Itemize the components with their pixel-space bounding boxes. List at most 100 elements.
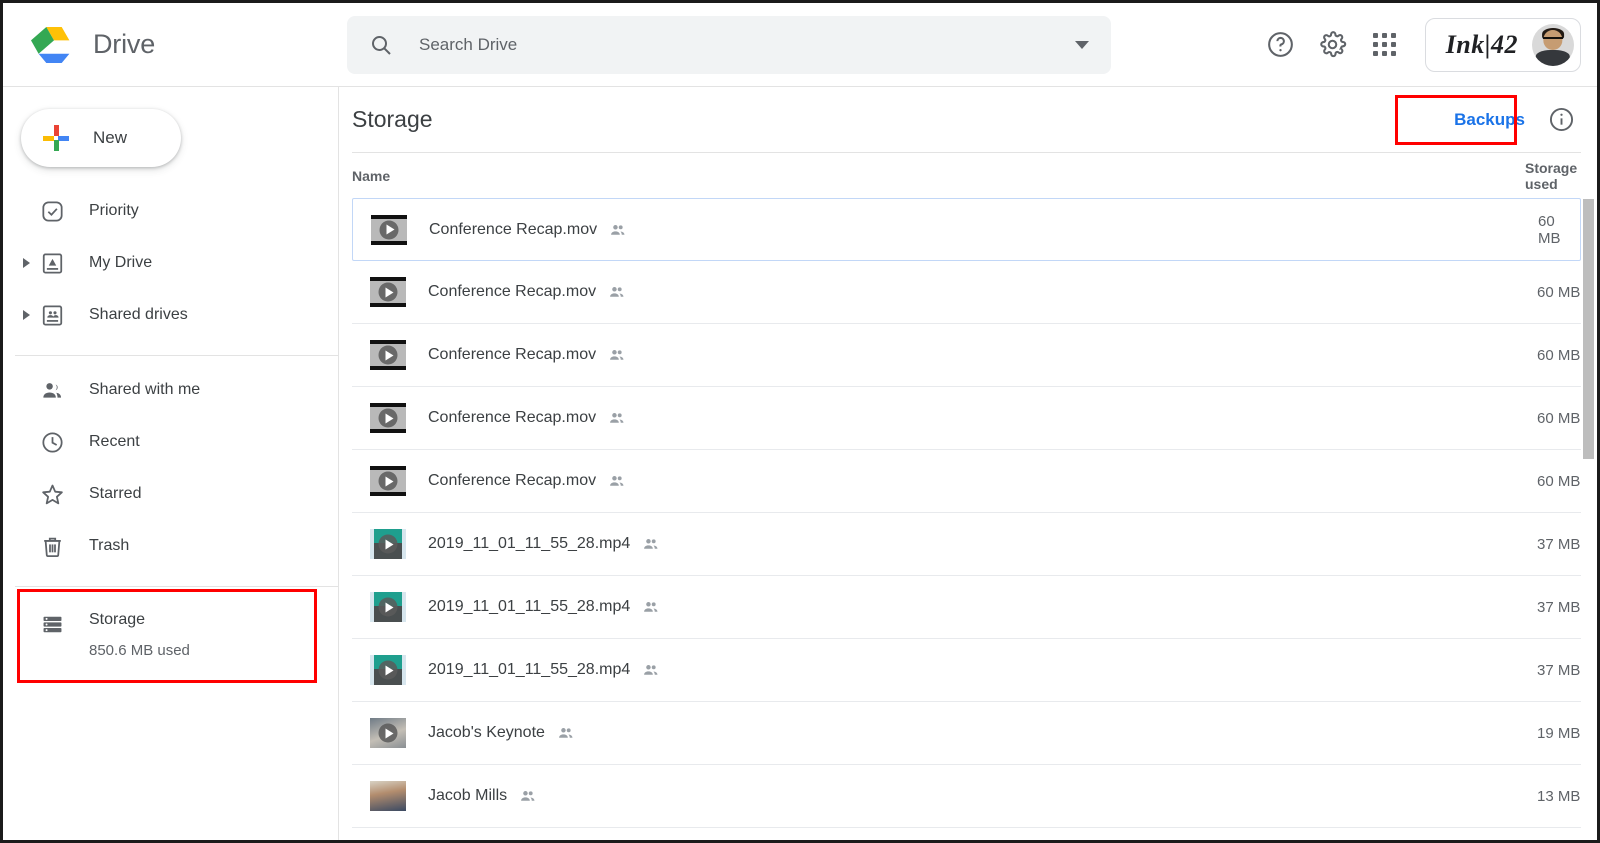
sidebar-item-shared-drives[interactable]: Shared drives bbox=[3, 289, 338, 341]
scrollbar[interactable] bbox=[1583, 199, 1595, 843]
table-row[interactable]: Conference Recap.mov 60 MB bbox=[352, 198, 1581, 261]
sidebar-item-trash[interactable]: Trash bbox=[3, 520, 338, 572]
new-button-label: New bbox=[93, 128, 127, 148]
sidebar-item-my-drive[interactable]: My Drive bbox=[3, 237, 338, 289]
sidebar-item-shared-with-me[interactable]: Shared with me bbox=[3, 364, 338, 416]
file-name: 2019_11_01_11_55_28.mp4 bbox=[428, 535, 630, 553]
sidebar-item-label: Recent bbox=[89, 433, 140, 451]
table-row[interactable]: Conference Recap.mov 60 MB bbox=[352, 324, 1581, 387]
search-icon bbox=[369, 33, 393, 57]
play-icon bbox=[379, 598, 398, 617]
table-row[interactable]: 2019_11_01_11_55_28.mp4 37 MB bbox=[352, 513, 1581, 576]
star-icon bbox=[39, 481, 65, 507]
file-name: 2019_11_01_11_55_28.mp4 bbox=[428, 598, 630, 616]
file-name: Conference Recap.mov bbox=[429, 221, 597, 239]
expand-triangle-icon[interactable] bbox=[23, 310, 30, 320]
backups-link[interactable]: Backups bbox=[1444, 104, 1535, 136]
table-row[interactable]: 2019_11_01_11_55_28.mp4 37 MB bbox=[352, 639, 1581, 702]
file-name: Conference Recap.mov bbox=[428, 409, 596, 427]
shared-people-icon bbox=[608, 283, 626, 301]
video-thumbnail bbox=[370, 655, 406, 685]
video-thumbnail bbox=[370, 529, 406, 559]
table-row[interactable]: Conference Recap.mov 60 MB bbox=[352, 450, 1581, 513]
plus-icon bbox=[43, 125, 69, 151]
video-thumbnail bbox=[370, 403, 406, 433]
video-thumbnail bbox=[370, 340, 406, 370]
table-row[interactable]: Conference Recap.mov 60 MB bbox=[352, 387, 1581, 450]
table-row[interactable]: Conference Recap.mov 60 MB bbox=[352, 261, 1581, 324]
file-name: Jacob's Keynote bbox=[428, 724, 545, 742]
file-size: 60 MB bbox=[1537, 284, 1580, 301]
play-icon bbox=[379, 472, 398, 491]
file-size: 60 MB bbox=[1538, 213, 1580, 247]
storage-label: Storage bbox=[89, 611, 190, 629]
video-thumbnail bbox=[370, 592, 406, 622]
new-button[interactable]: New bbox=[21, 109, 181, 167]
my-drive-icon bbox=[39, 250, 65, 276]
brand-area[interactable]: Drive bbox=[3, 3, 339, 86]
sidebar-item-recent[interactable]: Recent bbox=[3, 416, 338, 468]
file-name: Conference Recap.mov bbox=[428, 472, 596, 490]
sort-descending-icon: ↓ bbox=[1595, 166, 1600, 186]
file-name: Jacob Mills bbox=[428, 787, 507, 805]
video-thumbnail bbox=[370, 718, 406, 748]
app-header: Drive bbox=[3, 3, 1597, 87]
play-icon bbox=[380, 220, 399, 239]
search-bar[interactable] bbox=[347, 16, 1111, 74]
column-header-name[interactable]: Name bbox=[352, 168, 390, 184]
storage-used-label: 850.6 MB used bbox=[89, 642, 190, 659]
file-name: Conference Recap.mov bbox=[428, 283, 596, 301]
help-circle-icon[interactable] bbox=[1255, 19, 1307, 71]
drive-window: Drive bbox=[0, 0, 1600, 843]
expand-triangle-icon[interactable] bbox=[23, 258, 30, 268]
file-size: 60 MB bbox=[1537, 347, 1580, 364]
clock-icon bbox=[39, 429, 65, 455]
column-header-storage-used-label: Storage used bbox=[1525, 160, 1577, 192]
people-icon bbox=[39, 377, 65, 403]
sidebar-item-label: My Drive bbox=[89, 254, 152, 272]
shared-people-icon bbox=[642, 535, 660, 553]
scrollbar-thumb[interactable] bbox=[1583, 199, 1594, 459]
play-icon bbox=[379, 283, 398, 302]
sidebar-nav: Priority My Drive bbox=[3, 185, 338, 671]
user-avatar[interactable] bbox=[1532, 24, 1574, 66]
file-size: 37 MB bbox=[1537, 662, 1580, 679]
play-icon bbox=[379, 724, 398, 743]
trash-icon bbox=[39, 533, 65, 559]
play-icon bbox=[379, 346, 398, 365]
page-title: Storage bbox=[352, 106, 433, 133]
table-row[interactable]: Jacob's Keynote 19 MB bbox=[352, 702, 1581, 765]
shared-people-icon bbox=[608, 409, 626, 427]
play-icon bbox=[379, 661, 398, 680]
file-name: Conference Recap.mov bbox=[428, 346, 596, 364]
video-thumbnail bbox=[370, 466, 406, 496]
workspace-logo: Ink|42 bbox=[1446, 30, 1518, 60]
shared-people-icon bbox=[557, 724, 575, 742]
shared-people-icon bbox=[642, 661, 660, 679]
sidebar-item-storage[interactable]: Storage 850.6 MB used bbox=[3, 595, 338, 671]
sidebar-item-priority[interactable]: Priority bbox=[3, 185, 338, 237]
shared-people-icon bbox=[519, 787, 537, 805]
sidebar-item-starred[interactable]: Starred bbox=[3, 468, 338, 520]
sidebar-divider-2 bbox=[15, 586, 338, 587]
info-circle-icon[interactable] bbox=[1541, 100, 1581, 140]
account-chip[interactable]: Ink|42 bbox=[1425, 18, 1581, 72]
column-headers: Name Storage used ↓ bbox=[352, 152, 1581, 198]
file-size: 60 MB bbox=[1537, 410, 1580, 427]
apps-grid-icon[interactable] bbox=[1359, 19, 1411, 71]
photo-thumbnail bbox=[370, 781, 406, 811]
file-list: Conference Recap.mov 60 MB Conference Re… bbox=[340, 198, 1597, 828]
brand-name: Drive bbox=[93, 29, 155, 60]
column-header-storage-used[interactable]: Storage used ↓ bbox=[1525, 160, 1600, 192]
table-row[interactable]: Jacob Mills 13 MB bbox=[352, 765, 1581, 828]
play-icon bbox=[379, 535, 398, 554]
gear-icon[interactable] bbox=[1307, 19, 1359, 71]
shared-people-icon bbox=[608, 346, 626, 364]
file-size: 19 MB bbox=[1537, 725, 1580, 742]
search-input[interactable] bbox=[419, 35, 1075, 55]
video-thumbnail bbox=[371, 215, 407, 245]
table-row[interactable]: 2019_11_01_11_55_28.mp4 37 MB bbox=[352, 576, 1581, 639]
sidebar-item-label: Trash bbox=[89, 537, 129, 555]
chevron-down-icon[interactable] bbox=[1075, 41, 1089, 49]
file-size: 13 MB bbox=[1537, 788, 1580, 805]
